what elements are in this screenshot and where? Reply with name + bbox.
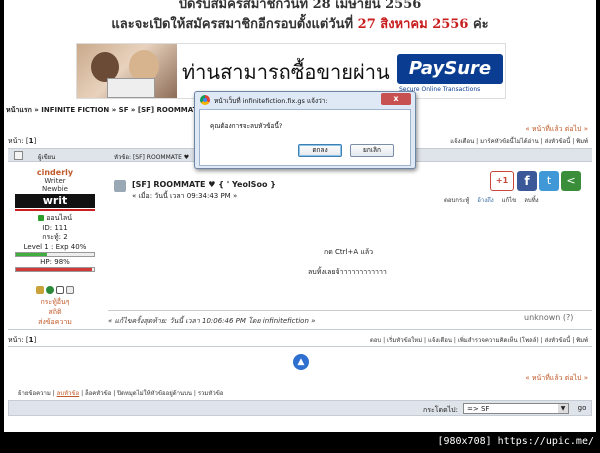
post-body-line-1: กด Ctrl+A แล้ว	[324, 248, 374, 256]
edit-button[interactable]: แก้ไข	[502, 197, 517, 204]
chrome-icon	[200, 95, 210, 105]
writ-badge: writ	[15, 194, 95, 208]
current-page-link-bottom[interactable]: 1	[29, 336, 34, 344]
user-post-count: กระทู้: 2	[42, 233, 68, 241]
website-icon[interactable]	[46, 286, 54, 294]
user-links: กระทู้อื่นๆ สถิติ ส่งข้อความ	[8, 297, 102, 327]
move-topic-link[interactable]: ย้ายข้อความ	[18, 390, 51, 397]
author-column-header: ผู้เขียน	[38, 154, 56, 161]
post-icon	[114, 180, 126, 192]
banner-photo	[77, 44, 177, 98]
moderation-links: ย้ายข้อความ | ลบหัวข้อ | ล็อคหัวข้อ | ปิ…	[18, 390, 224, 397]
last-edit-note: « แก้ไขครั้งสุดท้าย: วันนี้ เวลา 10:06:4…	[108, 317, 316, 325]
topic-toolbar-bottom[interactable]: ตอบ | เริ่มหัวข้อใหม่ | แจ้งเตือน | เพิ่…	[370, 335, 588, 345]
confirm-dialog: หน้าเว็บที่ infinitefiction.fix.gs แจ้งว…	[194, 91, 416, 169]
dialog-message: คุณต้องการจะลบหัวข้อนี้?	[210, 122, 283, 130]
toolbar-divider	[8, 329, 592, 330]
delete-topic-link[interactable]: ลบหัวข้อ	[57, 390, 80, 397]
breadcrumb[interactable]: หน้าแรก » INFINITE FICTION » SF » [SF] R…	[6, 105, 211, 116]
online-status: ออนไลน์	[8, 213, 102, 224]
twitter-icon[interactable]: t	[539, 171, 559, 191]
delete-button[interactable]: ลบทิ้ง	[524, 197, 538, 204]
upic-watermark: [980x708] https://upic.me/	[437, 436, 594, 447]
user-info-panel: cinderly Writer Newbie writ ออนไลน์ ID: …	[8, 168, 102, 327]
username-link[interactable]: cinderly	[8, 168, 102, 177]
pagination-top: หน้า: [1]	[8, 137, 37, 145]
pagination-bottom: หน้า: [1]	[8, 336, 37, 344]
dialog-titlebar[interactable]: หน้าเว็บที่ infinitefiction.fix.gs แจ้งว…	[195, 92, 415, 108]
banner-text: ท่านสามารถซื้อขายผ่าน	[182, 60, 390, 84]
prev-next-top[interactable]: « หน้าที่แล้ว ต่อไป »	[525, 124, 588, 135]
send-message-link[interactable]: ส่งข้อความ	[8, 317, 102, 327]
cancel-button[interactable]: ยกเลิก	[350, 144, 394, 157]
email-icon[interactable]	[56, 286, 64, 294]
google-plus-button[interactable]: +1	[490, 171, 514, 191]
user-subrank: Newbie	[42, 185, 68, 193]
browser-viewport: ปิดรับสมัครสมาชิกวันที่ 28 เมษายน 2556 แ…	[4, 0, 596, 432]
user-profile-icon[interactable]	[36, 286, 44, 294]
facebook-icon[interactable]: f	[517, 171, 537, 191]
announcement-line-2: และจะเปิดให้สมัครสมาชิกอีกรอบตั้งแต่วันท…	[111, 17, 489, 32]
hp-bar	[15, 267, 95, 272]
dialog-content: คุณต้องการจะลบหัวข้อนี้? ตกลง ยกเลิก	[199, 109, 411, 166]
unpin-topic-link[interactable]: ปิดหมุดไม่ให้หัวข้ออยู่ด้านบน	[117, 390, 192, 397]
message-icon[interactable]	[66, 286, 74, 294]
user-id: ID: 111	[42, 224, 68, 232]
go-button[interactable]: go	[573, 403, 591, 414]
current-page-link[interactable]: 1	[29, 137, 34, 145]
dialog-title: หน้าเว็บที่ infinitefiction.fix.gs แจ้งว…	[214, 97, 328, 105]
paysure-logo: PaySure	[397, 54, 503, 84]
prev-next-bottom[interactable]: « หน้าที่แล้ว ต่อไป »	[525, 373, 588, 384]
post-body-line-2: ลบทิ้งเลยจ้าาาาาาาาาาาา	[308, 268, 387, 276]
user-rank: Writer	[44, 177, 66, 185]
jump-select[interactable]: => SF ▼	[463, 403, 569, 414]
reopen-date: 27 สิงหาคม 2556	[357, 17, 469, 32]
post-title[interactable]: [SF] ROOMMATE ♥ { ' YeolSoo }	[132, 180, 276, 189]
chevron-down-icon[interactable]: ▼	[558, 404, 568, 413]
topic-icon	[14, 151, 23, 160]
close-button[interactable]: x	[381, 93, 411, 105]
post-separator	[108, 310, 592, 311]
reply-button[interactable]: ตอบกระทู้	[444, 197, 469, 204]
toolbar-divider-bottom	[8, 346, 592, 347]
jump-to-bar: กระโดดไป: => SF ▼ go	[8, 400, 592, 416]
user-other-posts-link[interactable]: กระทู้อื่นๆ	[8, 297, 102, 307]
topic-toolbar-top[interactable]: แจ้งเตือน | มาร์คหัวข้อนี้ไม่ได้อ่าน | ส…	[450, 136, 588, 146]
user-stats-link[interactable]: สถิติ	[8, 307, 102, 317]
post-date: « เมื่อ: วันนี้ เวลา 09:34:43 PM »	[132, 192, 238, 200]
user-hp: HP: 98%	[40, 258, 70, 266]
exp-bar	[15, 252, 95, 257]
announcement-line-1: ปิดรับสมัครสมาชิกวันที่ 28 เมษายน 2556	[178, 0, 422, 12]
share-icon[interactable]: <	[561, 171, 581, 191]
ok-button[interactable]: ตกลง	[298, 144, 342, 157]
online-icon	[37, 215, 44, 221]
user-contact-icons	[8, 286, 102, 296]
jump-label: กระโดดไป:	[423, 406, 458, 414]
scroll-top-icon[interactable]: ▲	[293, 354, 309, 370]
quote-button[interactable]: อ้างถึง	[477, 197, 493, 204]
unknown-ip-label[interactable]: unknown (?)	[524, 313, 573, 322]
post-actions: ตอบกระทู้ อ้างถึง แก้ไข ลบทิ้ง	[444, 195, 545, 205]
user-level: Level 1 : Exp 40%	[23, 243, 87, 251]
lock-topic-link[interactable]: ล็อคหัวข้อ	[85, 390, 111, 397]
badge-stripe	[15, 209, 95, 211]
merge-topic-link[interactable]: รวมหัวข้อ	[198, 390, 224, 397]
topic-column-header: หัวข้อ: [SF] ROOMMATE ♥	[114, 154, 190, 161]
